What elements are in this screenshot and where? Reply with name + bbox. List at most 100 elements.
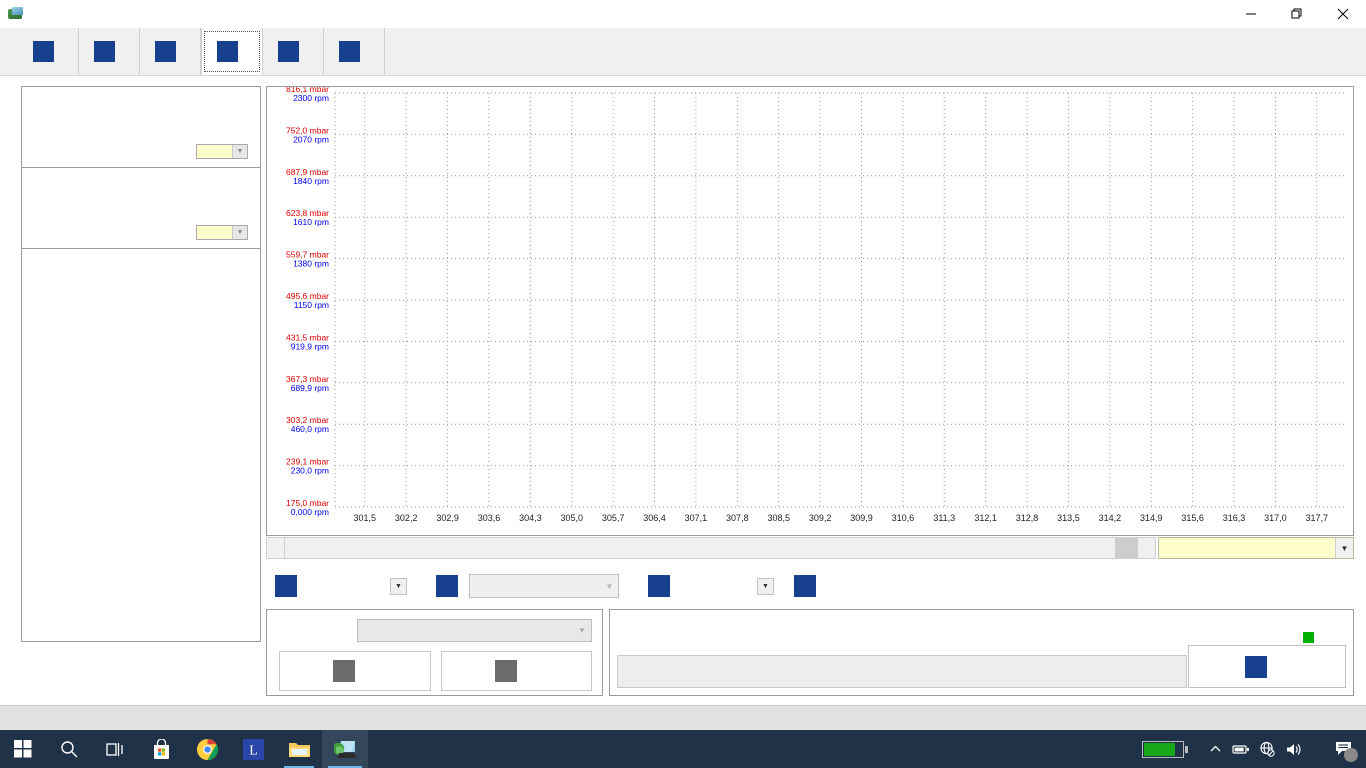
close-button[interactable] [1320, 0, 1366, 28]
svg-text:2070 rpm: 2070 rpm [293, 134, 329, 144]
export-hotkey [333, 660, 356, 682]
maximize-button[interactable] [1274, 0, 1320, 28]
system-tray [1142, 730, 1366, 768]
svg-text:230,0 rpm: 230,0 rpm [291, 466, 329, 476]
chevron-down-icon[interactable]: ▼ [573, 626, 591, 635]
svg-text:305,0: 305,0 [560, 513, 583, 523]
app-l-icon[interactable]: L [230, 730, 276, 768]
svg-text:310,6: 310,6 [892, 513, 915, 523]
minimize-button[interactable] [1228, 0, 1274, 28]
file-explorer-icon[interactable] [276, 730, 322, 768]
search-icon[interactable] [46, 730, 92, 768]
logging-status-panel [609, 609, 1354, 696]
svg-text:1840 rpm: 1840 rpm [293, 176, 329, 186]
svg-text:2300 rpm: 2300 rpm [293, 93, 329, 103]
scroll-right-icon[interactable] [1137, 537, 1156, 559]
network-globe-icon[interactable] [1254, 730, 1280, 768]
svg-text:307,8: 307,8 [726, 513, 749, 523]
start-button[interactable] [0, 730, 46, 768]
chart-plot[interactable]: 816,1 mbar2300 rpm752,0 mbar2070 rpm687,… [267, 87, 1353, 535]
graph-scroll-row[interactable]: ▼ [266, 537, 1354, 559]
status-bar [0, 705, 1366, 730]
tab-hotkey [339, 41, 360, 62]
sidebar-empty-area [22, 249, 260, 639]
svg-text:307,1: 307,1 [685, 513, 708, 523]
main-content: ▼ ▼ 816,1 mbar 2300 rpm 752,0 mbar 2070 rpm 6… [0, 76, 1366, 705]
export-button[interactable] [279, 651, 431, 691]
scroll-left-icon[interactable] [266, 537, 285, 559]
parameter-scale-select[interactable]: ▼ [196, 144, 248, 159]
svg-text:317,0: 317,0 [1264, 513, 1287, 523]
tab-graph[interactable] [201, 28, 263, 75]
microsoft-store-icon[interactable] [138, 730, 184, 768]
show-hidden-icons-chevron-icon[interactable] [1202, 730, 1228, 768]
svg-text:302,9: 302,9 [436, 513, 459, 523]
svg-text:311,3: 311,3 [933, 513, 955, 523]
chevron-down-icon[interactable]: ▼ [232, 145, 247, 158]
rate-hotkey[interactable] [436, 575, 458, 597]
tab-bar [0, 28, 1366, 76]
svg-text:312,1: 312,1 [974, 513, 997, 523]
svg-text:317,7: 317,7 [1306, 513, 1329, 523]
notifications-icon[interactable] [1326, 730, 1362, 768]
svg-text:312,8: 312,8 [1016, 513, 1039, 523]
battery-tray-icon[interactable] [1228, 730, 1254, 768]
task-view-icon[interactable] [92, 730, 138, 768]
svg-text:0,000 rpm: 0,000 rpm [291, 507, 329, 517]
svg-text:308,5: 308,5 [767, 513, 790, 523]
tab-hotkey [217, 41, 238, 62]
tab-errors[interactable] [79, 28, 140, 75]
svg-text:301,5: 301,5 [354, 513, 377, 523]
progress-bar [617, 655, 1187, 688]
scrollbar-thumb[interactable] [1115, 538, 1137, 558]
svg-text:1610 rpm: 1610 rpm [293, 217, 329, 227]
tab-adjustments[interactable] [324, 28, 385, 75]
tags-hotkey[interactable] [794, 575, 816, 597]
graph-controls: ▼ ▼ ▼ [266, 569, 1354, 603]
chevron-down-icon[interactable]: ▼ [232, 226, 247, 239]
scale-hotkey[interactable] [648, 575, 670, 597]
chevron-down-icon[interactable]: ▼ [601, 582, 618, 591]
import-button[interactable] [440, 651, 592, 691]
svg-text:919,9 rpm: 919,9 rpm [291, 341, 329, 351]
tab-info[interactable] [18, 28, 79, 75]
chevron-down-icon[interactable]: ▼ [1335, 538, 1353, 558]
battery-indicator[interactable] [1142, 740, 1188, 758]
svg-text:460,0 rpm: 460,0 rpm [291, 424, 329, 434]
app-logo [14, 644, 274, 694]
window-controls [1228, 0, 1366, 28]
graphs-dropdown-icon[interactable]: ▼ [390, 577, 407, 595]
scale-dropdown-icon[interactable]: ▼ [757, 577, 774, 595]
svg-text:L: L [249, 743, 258, 758]
stop-hotkey [1245, 655, 1267, 678]
horizontal-scrollbar[interactable] [285, 537, 1137, 559]
graph-panel[interactable]: 816,1 mbar 2300 rpm 752,0 mbar 2070 rpm 687,… [266, 86, 1354, 536]
tab-hotkey [94, 41, 115, 62]
tab-hotkey [278, 41, 299, 62]
parameter-sidebar: ▼ ▼ [21, 86, 261, 642]
svg-text:309,9: 309,9 [850, 513, 873, 523]
svg-text:314,9: 314,9 [1140, 513, 1163, 523]
multiecuscan-taskbar-icon[interactable] [322, 730, 368, 768]
parameter-scale-select[interactable]: ▼ [196, 225, 248, 240]
time-axis-select[interactable]: ▼ [1158, 537, 1354, 559]
file-panel: ▼ [266, 609, 603, 696]
tab-parameters[interactable] [140, 28, 201, 75]
svg-text:302,2: 302,2 [395, 513, 418, 523]
file-select[interactable]: ▼ [357, 619, 592, 642]
stop-button[interactable] [1188, 645, 1346, 688]
parameter-block[interactable]: ▼ [22, 87, 260, 168]
title-bar [0, 0, 1366, 28]
parameter-block[interactable]: ▼ [22, 168, 260, 249]
svg-text:313,5: 313,5 [1057, 513, 1080, 523]
svg-text:1380 rpm: 1380 rpm [293, 259, 329, 269]
chrome-icon[interactable] [184, 730, 230, 768]
svg-text:309,2: 309,2 [809, 513, 832, 523]
taskbar: L [0, 730, 1366, 768]
rate-select[interactable]: ▼ [469, 574, 619, 598]
graphs-hotkey[interactable] [275, 575, 297, 597]
tab-actuators[interactable] [263, 28, 324, 75]
svg-text:306,4: 306,4 [643, 513, 666, 523]
svg-text:1150 rpm: 1150 rpm [294, 300, 329, 310]
volume-icon[interactable] [1280, 730, 1306, 768]
